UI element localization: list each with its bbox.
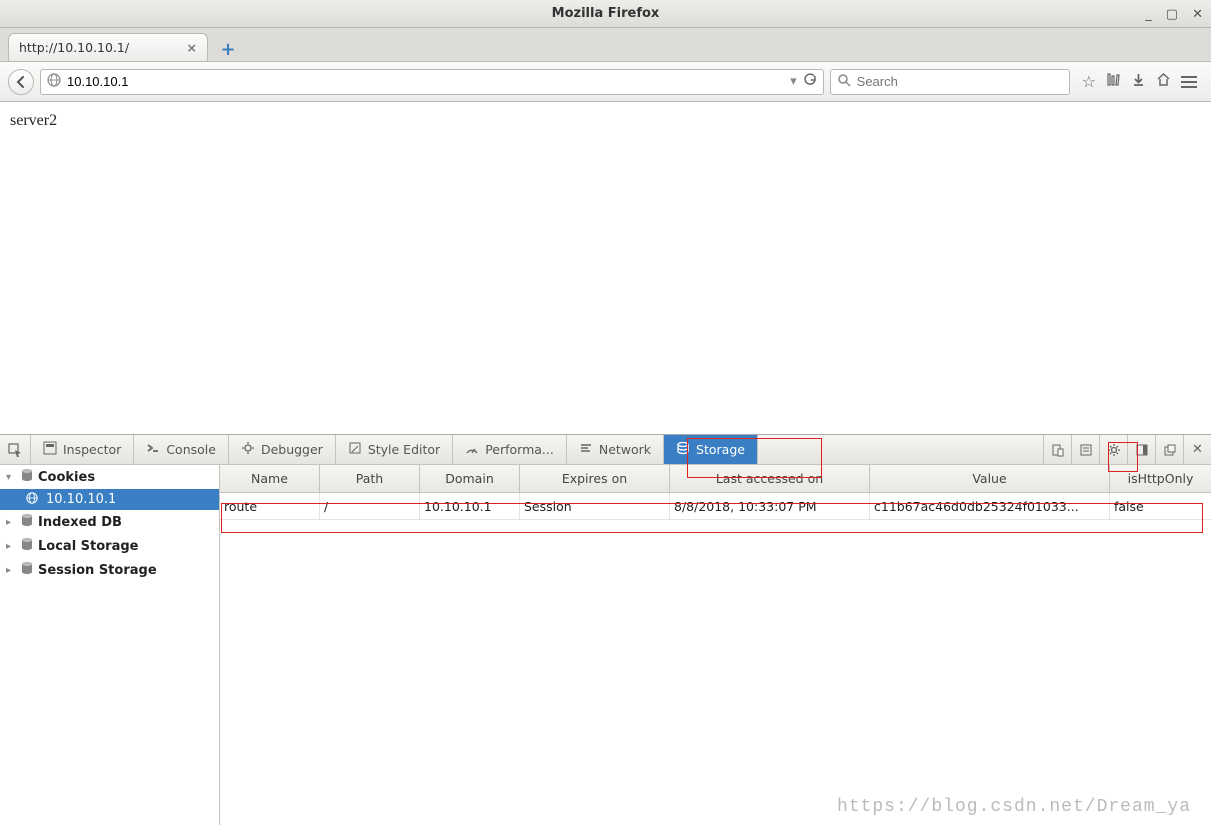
close-icon[interactable]: ✕: [1192, 7, 1203, 22]
expand-arrow-icon[interactable]: ▸: [6, 517, 16, 528]
window-title: Mozilla Firefox: [552, 6, 660, 21]
storage-sidebar: ▾ Cookies 10.10.10.1 ▸ Indexed DB ▸ Loca…: [0, 465, 220, 825]
col-name[interactable]: Name: [220, 465, 320, 492]
expand-arrow-icon[interactable]: ▸: [6, 565, 16, 576]
url-bar[interactable]: ▾: [40, 69, 824, 95]
tool-style-editor[interactable]: Style Editor: [336, 435, 453, 464]
responsive-mode-icon[interactable]: [1043, 435, 1071, 464]
sidebar-cookies-host[interactable]: 10.10.10.1: [0, 489, 219, 510]
home-icon[interactable]: [1156, 72, 1171, 91]
sidebar-label: Local Storage: [38, 539, 139, 554]
popout-icon[interactable]: [1155, 435, 1183, 464]
tool-console[interactable]: Console: [134, 435, 229, 464]
devtools-panel: Inspector Console Debugger Style Editor …: [0, 434, 1211, 825]
pick-element-button[interactable]: [0, 435, 31, 464]
search-input[interactable]: [857, 74, 1063, 89]
performance-icon: [465, 441, 479, 459]
nav-icons: ☆: [1076, 72, 1203, 91]
minimize-icon[interactable]: _: [1145, 7, 1152, 22]
expand-arrow-icon[interactable]: ▾: [6, 472, 16, 483]
tool-label: Console: [166, 442, 216, 457]
maximize-icon[interactable]: ▢: [1166, 7, 1178, 22]
browser-tab[interactable]: http://10.10.10.1/ ×: [8, 33, 208, 61]
debugger-icon: [241, 441, 255, 459]
highlight-data-row: [221, 503, 1203, 533]
sidebar-localstorage[interactable]: ▸ Local Storage: [0, 534, 219, 558]
database-icon: [20, 513, 34, 531]
sidebar-indexeddb[interactable]: ▸ Indexed DB: [0, 510, 219, 534]
page-body: server2: [0, 102, 1211, 434]
tab-title: http://10.10.10.1/: [19, 40, 129, 55]
tool-label: Performa...: [485, 442, 554, 457]
col-value[interactable]: Value: [870, 465, 1110, 492]
back-button[interactable]: [8, 69, 34, 95]
sidebar-label: 10.10.10.1: [46, 492, 116, 507]
expand-arrow-icon[interactable]: ▸: [6, 541, 16, 552]
page-text: server2: [10, 112, 57, 129]
globe-icon: [26, 492, 38, 507]
network-icon: [579, 441, 593, 459]
search-box[interactable]: [830, 69, 1070, 95]
window-titlebar: Mozilla Firefox _ ▢ ✕: [0, 0, 1211, 28]
col-path[interactable]: Path: [320, 465, 420, 492]
new-tab-button[interactable]: +: [216, 37, 240, 61]
tab-strip: http://10.10.10.1/ × +: [0, 28, 1211, 62]
tool-label: Inspector: [63, 442, 121, 457]
nav-toolbar: ▾ ☆: [0, 62, 1211, 102]
sidebar-label: Indexed DB: [38, 515, 122, 530]
tab-close-icon[interactable]: ×: [187, 40, 197, 55]
url-input[interactable]: [67, 74, 784, 89]
highlight-settings-icon: [1108, 442, 1138, 472]
database-icon: [20, 468, 34, 486]
inspector-icon: [43, 441, 57, 459]
arrow-left-icon: [14, 75, 28, 89]
sidebar-label: Cookies: [38, 470, 95, 485]
tool-performance[interactable]: Performa...: [453, 435, 567, 464]
scratchpad-icon[interactable]: [1071, 435, 1099, 464]
tool-label: Style Editor: [368, 442, 440, 457]
menu-icon[interactable]: [1181, 72, 1197, 91]
tool-label: Network: [599, 442, 651, 457]
console-icon: [146, 441, 160, 459]
downloads-icon[interactable]: [1131, 72, 1146, 91]
globe-icon: [47, 73, 61, 91]
sidebar-sessionstorage[interactable]: ▸ Session Storage: [0, 558, 219, 582]
reload-icon[interactable]: [803, 73, 817, 91]
watermark-text: https://blog.csdn.net/Dream_ya: [837, 797, 1191, 817]
database-icon: [20, 561, 34, 579]
tool-inspector[interactable]: Inspector: [31, 435, 134, 464]
sidebar-cookies[interactable]: ▾ Cookies: [0, 465, 219, 489]
tool-debugger[interactable]: Debugger: [229, 435, 336, 464]
bookmark-icon[interactable]: ☆: [1082, 72, 1096, 91]
dropdown-icon[interactable]: ▾: [790, 74, 797, 89]
style-editor-icon: [348, 441, 362, 459]
sidebar-label: Session Storage: [38, 563, 157, 578]
search-icon: [837, 73, 851, 91]
inspector-cursor-icon: [8, 443, 22, 457]
col-domain[interactable]: Domain: [420, 465, 520, 492]
tool-label: Debugger: [261, 442, 323, 457]
library-icon[interactable]: [1106, 72, 1121, 91]
tool-network[interactable]: Network: [567, 435, 664, 464]
highlight-storage-tab: [687, 438, 822, 478]
devtools-close-icon[interactable]: ✕: [1183, 435, 1211, 464]
col-expires[interactable]: Expires on: [520, 465, 670, 492]
database-icon: [20, 537, 34, 555]
window-controls: _ ▢ ✕: [1145, 0, 1203, 28]
devtools-toolbar: Inspector Console Debugger Style Editor …: [0, 435, 1211, 465]
